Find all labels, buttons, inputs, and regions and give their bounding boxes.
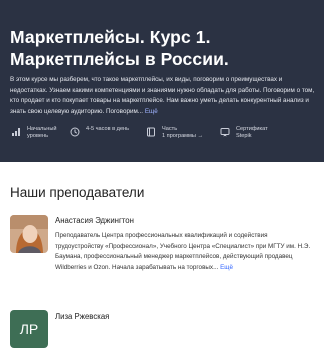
teachers-section-title: Наши преподаватели <box>10 185 145 200</box>
meta-duration: 4-5 часов в день <box>69 126 129 138</box>
clock-icon <box>69 126 81 138</box>
description-more-link[interactable]: Ещё <box>145 108 158 115</box>
meta-part[interactable]: Часть 1 программы → <box>145 126 203 140</box>
course-title: Маркетплейсы. Курс 1. Маркетплейсы в Рос… <box>10 27 229 69</box>
course-hero: Маркетплейсы. Курс 1. Маркетплейсы в Рос… <box>0 0 324 162</box>
meta-level-line1: Начальный <box>27 126 57 132</box>
chart-bars-icon <box>10 126 22 138</box>
meta-certificate-line1: Сертификат <box>236 126 268 132</box>
meta-part-line1: Часть <box>162 126 178 132</box>
course-description: В этом курсе мы разберем, что такое марк… <box>10 75 318 117</box>
teacher-photo[interactable] <box>10 215 48 253</box>
meta-level: Начальный уровень <box>10 126 56 140</box>
teacher-bio-text: Преподаватель Центра профессиональных кв… <box>55 232 311 271</box>
teacher-bio: Преподаватель Центра профессиональных кв… <box>55 231 315 273</box>
teacher-name[interactable]: Анастасия Эджингтон <box>55 216 134 225</box>
teacher-name-2[interactable]: Лиза Ржевская <box>55 312 109 321</box>
meta-duration-text: 4-5 часов в день <box>86 126 130 132</box>
meta-part-link[interactable]: 1 программы → <box>162 133 203 140</box>
meta-certificate: Сертификат Stepik <box>219 126 268 140</box>
teacher-avatar-initials[interactable]: ЛР <box>10 310 48 348</box>
book-icon <box>145 126 157 138</box>
meta-level-line2: уровень <box>27 133 48 139</box>
course-description-text: В этом курсе мы разберем, что такое марк… <box>10 76 315 115</box>
meta-certificate-line2: Stepik <box>236 133 252 139</box>
certificate-icon <box>219 126 231 138</box>
teacher-bio-more-link[interactable]: Ещё <box>220 264 233 271</box>
